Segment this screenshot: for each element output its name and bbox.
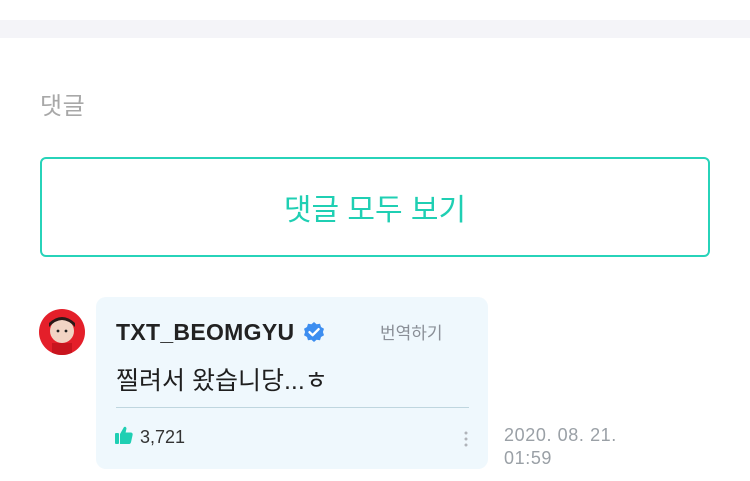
timestamp-date: 2020. 08. 21. bbox=[504, 425, 617, 445]
timestamp-time: 01:59 bbox=[504, 448, 553, 468]
more-vertical-icon[interactable] bbox=[462, 429, 470, 449]
comment-text: 찔려서 왔습니당...ㅎ bbox=[116, 367, 328, 395]
separator-strip bbox=[0, 20, 750, 38]
comment-timestamp: 2020. 08. 21. 01:59 bbox=[504, 424, 617, 470]
top-separator bbox=[0, 0, 750, 38]
comment-author-row: TXT_BEOMGYU bbox=[116, 319, 326, 346]
verified-badge-icon bbox=[302, 321, 326, 345]
view-all-comments-button[interactable]: 댓글 모두 보기 bbox=[40, 157, 710, 257]
comment-divider bbox=[116, 407, 469, 408]
thumbs-up-icon bbox=[114, 425, 134, 450]
comment-bubble: TXT_BEOMGYU 번역하기 찔려서 왔습니당...ㅎ 3,721 bbox=[96, 297, 488, 469]
like-button[interactable]: 3,721 bbox=[114, 425, 185, 450]
avatar-image bbox=[39, 309, 85, 355]
like-count: 3,721 bbox=[140, 427, 186, 447]
translate-button[interactable]: 번역하기 bbox=[380, 319, 443, 344]
comments-section-title: 댓글 bbox=[40, 93, 86, 120]
comment-author-name[interactable]: TXT_BEOMGYU bbox=[116, 319, 294, 346]
author-avatar[interactable] bbox=[39, 309, 85, 355]
